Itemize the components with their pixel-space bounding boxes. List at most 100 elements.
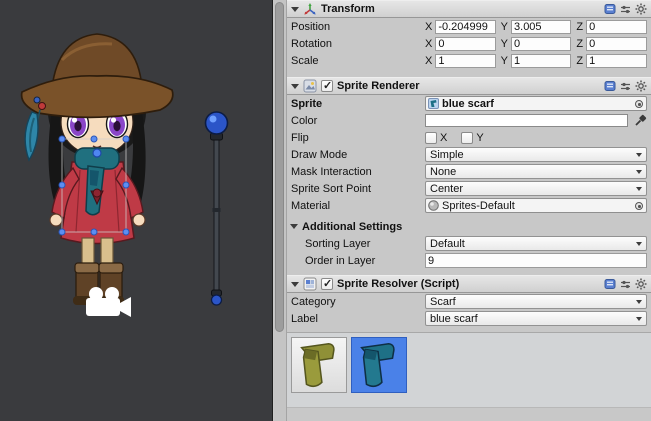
sorting-layer-row: Sorting Layer Default bbox=[287, 235, 651, 252]
label-label: Label bbox=[291, 313, 425, 325]
help-icon[interactable] bbox=[604, 80, 616, 92]
category-dropdown[interactable]: Scarf bbox=[425, 294, 647, 309]
scene-canvas bbox=[0, 0, 272, 421]
axis-y-label: Y bbox=[501, 21, 508, 33]
help-icon[interactable] bbox=[604, 278, 616, 290]
object-picker-icon[interactable] bbox=[635, 202, 643, 210]
scale-z-field[interactable]: 1 bbox=[586, 54, 647, 68]
foldout-arrow-icon[interactable] bbox=[291, 282, 299, 287]
help-icon[interactable] bbox=[604, 3, 616, 15]
additional-settings-foldout[interactable]: Additional Settings bbox=[287, 218, 651, 235]
position-z-field[interactable]: 0 bbox=[586, 20, 647, 34]
dropdown-arrow-icon bbox=[636, 170, 642, 174]
inspector-panel: Transform Position X-0.204999 Y3.005 Z0 bbox=[272, 0, 651, 421]
rotation-y-field[interactable]: 0 bbox=[511, 37, 571, 51]
inspector-scrollbar[interactable] bbox=[274, 0, 287, 421]
position-x-field[interactable]: -0.204999 bbox=[435, 20, 495, 34]
order-in-layer-field[interactable]: 9 bbox=[425, 253, 647, 268]
dropdown-arrow-icon bbox=[636, 317, 642, 321]
draw-mode-row: Draw Mode Simple bbox=[287, 146, 651, 163]
scene-view[interactable] bbox=[0, 0, 272, 421]
sprite-row: Sprite blue scarf bbox=[287, 95, 651, 112]
axis-y-label: Y bbox=[501, 38, 508, 50]
sprite-thumbnail-icon bbox=[428, 98, 439, 109]
additional-settings-title: Additional Settings bbox=[302, 221, 402, 233]
sprite-variant-selector bbox=[287, 332, 651, 408]
axis-x-label: X bbox=[425, 38, 432, 50]
label-dropdown[interactable]: blue scarf bbox=[425, 311, 647, 326]
gear-icon[interactable] bbox=[635, 278, 647, 290]
mask-interaction-dropdown[interactable]: None bbox=[425, 164, 647, 179]
transform-title: Transform bbox=[321, 3, 375, 15]
material-object-name: Sprites-Default bbox=[442, 199, 515, 213]
material-object-field[interactable]: Sprites-Default bbox=[425, 198, 647, 213]
color-row: Color bbox=[287, 112, 651, 129]
category-row: Category Scarf bbox=[287, 293, 651, 310]
position-row: Position X-0.204999 Y3.005 Z0 bbox=[287, 18, 651, 35]
sprite-resolver-title: Sprite Resolver (Script) bbox=[337, 278, 459, 290]
category-label: Category bbox=[291, 296, 425, 308]
sprite-sort-point-label: Sprite Sort Point bbox=[291, 183, 425, 195]
transform-icon bbox=[303, 2, 317, 16]
foldout-arrow-icon[interactable] bbox=[290, 224, 298, 229]
position-y-field[interactable]: 3.005 bbox=[511, 20, 571, 34]
gear-icon[interactable] bbox=[635, 80, 647, 92]
eyedropper-icon[interactable] bbox=[634, 114, 647, 127]
flip-x-checkbox[interactable] bbox=[425, 132, 437, 144]
flip-x-label: X bbox=[440, 132, 447, 144]
material-sphere-icon bbox=[428, 200, 439, 211]
preset-icon[interactable] bbox=[620, 279, 631, 290]
axis-y-label: Y bbox=[501, 55, 508, 67]
dropdown-arrow-icon bbox=[636, 300, 642, 304]
sprite-object-name: blue scarf bbox=[442, 97, 494, 111]
sprite-resolver-header[interactable]: Sprite Resolver (Script) bbox=[287, 275, 651, 293]
axis-z-label: Z bbox=[576, 21, 583, 33]
axis-z-label: Z bbox=[576, 55, 583, 67]
gear-icon[interactable] bbox=[635, 3, 647, 15]
variant-thumbnail-green-scarf[interactable] bbox=[291, 337, 347, 393]
axis-x-label: X bbox=[425, 55, 432, 67]
sprite-label: Sprite bbox=[291, 98, 425, 110]
rotation-z-field[interactable]: 0 bbox=[586, 37, 647, 51]
dropdown-arrow-icon bbox=[636, 242, 642, 246]
order-in-layer-label: Order in Layer bbox=[305, 255, 425, 267]
foldout-arrow-icon[interactable] bbox=[291, 84, 299, 89]
sprite-sort-point-dropdown[interactable]: Center bbox=[425, 181, 647, 196]
sprite-sort-point-row: Sprite Sort Point Center bbox=[287, 180, 651, 197]
rotation-x-field[interactable]: 0 bbox=[435, 37, 495, 51]
order-in-layer-row: Order in Layer 9 bbox=[287, 252, 651, 269]
variant-thumbnail-blue-scarf[interactable] bbox=[351, 337, 407, 393]
sprite-renderer-enabled-checkbox[interactable] bbox=[321, 80, 333, 92]
material-label: Material bbox=[291, 200, 425, 212]
mask-interaction-row: Mask Interaction None bbox=[287, 163, 651, 180]
draw-mode-dropdown[interactable]: Simple bbox=[425, 147, 647, 162]
staff-sprite bbox=[206, 112, 228, 305]
label-row: Label blue scarf bbox=[287, 310, 651, 327]
object-picker-icon[interactable] bbox=[635, 100, 643, 108]
sprite-renderer-title: Sprite Renderer bbox=[337, 80, 420, 92]
scale-x-field[interactable]: 1 bbox=[435, 54, 495, 68]
scale-y-field[interactable]: 1 bbox=[511, 54, 571, 68]
foldout-arrow-icon[interactable] bbox=[291, 7, 299, 12]
flip-y-checkbox[interactable] bbox=[461, 132, 473, 144]
scale-label: Scale bbox=[291, 55, 425, 67]
flip-row: Flip X Y bbox=[287, 129, 651, 146]
sorting-layer-dropdown[interactable]: Default bbox=[425, 236, 647, 251]
sprite-renderer-icon bbox=[303, 79, 317, 93]
sprite-renderer-header[interactable]: Sprite Renderer bbox=[287, 77, 651, 95]
dropdown-arrow-icon bbox=[636, 187, 642, 191]
preset-icon[interactable] bbox=[620, 4, 631, 15]
color-swatch[interactable] bbox=[425, 114, 628, 127]
sprite-resolver-enabled-checkbox[interactable] bbox=[321, 278, 333, 290]
sorting-layer-label: Sorting Layer bbox=[305, 238, 425, 250]
pivot-handle bbox=[93, 149, 101, 157]
sprite-object-field[interactable]: blue scarf bbox=[425, 96, 647, 111]
material-row: Material Sprites-Default bbox=[287, 197, 651, 214]
sprite-resolver-icon bbox=[303, 277, 317, 291]
axis-z-label: Z bbox=[576, 38, 583, 50]
transform-header[interactable]: Transform bbox=[287, 0, 651, 18]
flip-y-label: Y bbox=[476, 132, 483, 144]
flip-label: Flip bbox=[291, 132, 425, 144]
scrollbar-thumb[interactable] bbox=[275, 2, 284, 332]
preset-icon[interactable] bbox=[620, 81, 631, 92]
